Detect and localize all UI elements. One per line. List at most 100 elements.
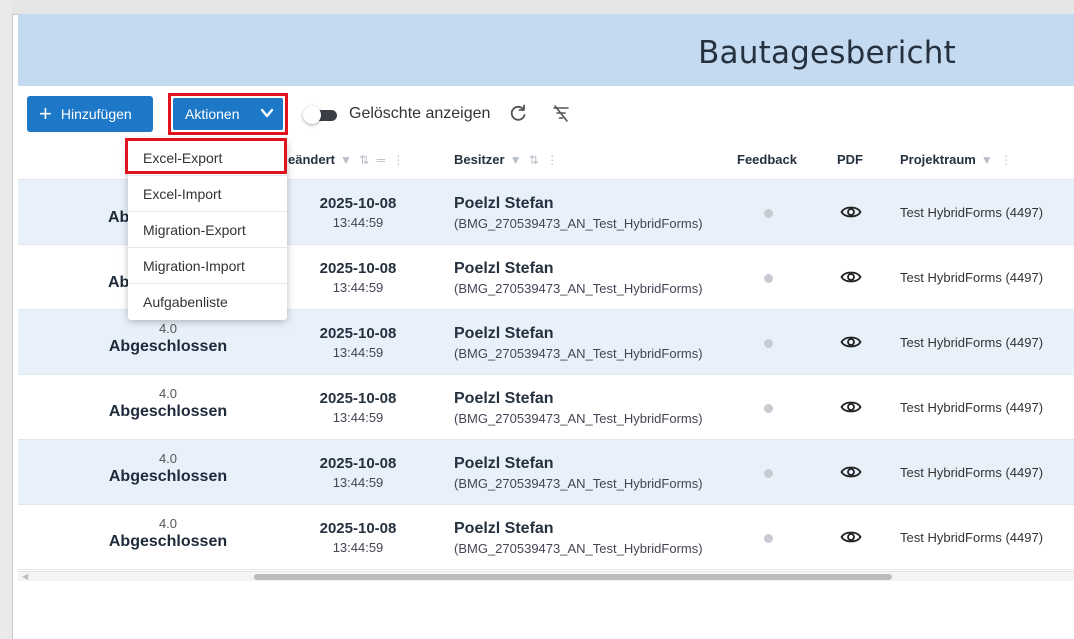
feedback-dot (764, 469, 773, 478)
time: 13:44:59 (332, 215, 384, 230)
horizontal-scrollbar[interactable]: ◀ (18, 571, 1074, 581)
feedback-dot (764, 534, 773, 543)
table-row[interactable]: 4.0 Abgeschlossen 2025-10-08 13:44:59 Po… (18, 440, 1074, 505)
owner-name: Poelzl Stefan (454, 520, 554, 537)
eye-icon[interactable] (840, 269, 862, 285)
time: 13:44:59 (332, 345, 384, 360)
column-header-changed[interactable]: eändert ▼ ⇅ ═ ⋮ (288, 152, 406, 167)
eye-icon[interactable] (840, 334, 862, 350)
feedback-dot (764, 274, 773, 283)
scrollbar-thumb[interactable] (254, 574, 892, 580)
column-header-pdf[interactable]: PDF (837, 152, 863, 167)
time: 13:44:59 (332, 280, 384, 295)
date-cell: 2025-10-08 13:44:59 (298, 390, 418, 425)
status-cell: 4.0 Abgeschlossen (78, 516, 258, 551)
eye-icon[interactable] (840, 204, 862, 220)
date-cell: 2025-10-08 13:44:59 (298, 195, 418, 230)
column-header-owner-label: Besitzer (454, 152, 505, 167)
owner-cell: Poelzl Stefan (BMG_270539473_AN_Test_Hyb… (454, 390, 703, 426)
feedback-dot (764, 209, 773, 218)
refresh-icon[interactable] (508, 103, 528, 123)
table-row[interactable]: 4.0 Abgeschlossen 2025-10-08 13:44:59 Po… (18, 375, 1074, 440)
owner-user: (BMG_270539473_AN_Test_HybridForms) (454, 281, 703, 296)
owner-cell: Poelzl Stefan (BMG_270539473_AN_Test_Hyb… (454, 325, 703, 361)
eye-icon[interactable] (840, 399, 862, 415)
owner-name: Poelzl Stefan (454, 390, 554, 407)
toolbar: + Hinzufügen Aktionen Gelöschte anzeigen (18, 86, 1074, 142)
column-controls[interactable]: ▼ ⋮ (981, 153, 1014, 167)
menu-item-excel-import[interactable]: Excel-Import (128, 176, 287, 212)
scroll-left-icon[interactable]: ◀ (22, 572, 28, 581)
project: Test HybridForms (4497) (900, 465, 1044, 480)
owner-user: (BMG_270539473_AN_Test_HybridForms) (454, 216, 703, 231)
owner-user: (BMG_270539473_AN_Test_HybridForms) (454, 411, 703, 426)
actions-button[interactable]: Aktionen (173, 98, 283, 130)
column-header-project[interactable]: Projektraum ▼ ⋮ (900, 152, 1014, 167)
time: 13:44:59 (332, 540, 384, 555)
menu-item-migration-import[interactable]: Migration-Import (128, 248, 287, 284)
version: 4.0 (158, 516, 178, 531)
actions-highlight: Aktionen (168, 93, 288, 135)
owner-name: Poelzl Stefan (454, 455, 554, 472)
date: 2025-10-08 (319, 260, 397, 277)
eye-icon[interactable] (840, 464, 862, 480)
date: 2025-10-08 (319, 325, 397, 342)
owner-name: Poelzl Stefan (454, 260, 554, 277)
eye-icon[interactable] (840, 529, 862, 545)
project: Test HybridForms (4497) (900, 205, 1044, 220)
menu-item-migration-export[interactable]: Migration-Export (128, 212, 287, 248)
column-header-owner[interactable]: Besitzer ▼ ⇅ ⋮ (454, 152, 560, 167)
filter-clear-icon[interactable] (550, 103, 572, 125)
table-row[interactable]: 4.0 Abgeschlossen 2025-10-08 13:44:59 Po… (18, 505, 1074, 570)
project: Test HybridForms (4497) (900, 335, 1044, 350)
owner-name: Poelzl Stefan (454, 325, 554, 342)
status: Abgeschlossen (108, 468, 228, 485)
show-deleted-toggle[interactable] (303, 106, 339, 124)
column-header-feedback[interactable]: Feedback (737, 152, 797, 167)
chevron-down-icon (260, 108, 274, 118)
page-title: Bautagesbericht (698, 35, 956, 71)
date-cell: 2025-10-08 13:44:59 (298, 455, 418, 490)
owner-user: (BMG_270539473_AN_Test_HybridForms) (454, 541, 703, 556)
date: 2025-10-08 (319, 390, 397, 407)
project: Test HybridForms (4497) (900, 400, 1044, 415)
window-frame-left (0, 0, 12, 639)
column-controls[interactable]: ▼ ⇅ ═ ⋮ (340, 153, 406, 167)
version: 4.0 (158, 321, 178, 336)
window-frame-top (0, 0, 1074, 14)
time: 13:44:59 (332, 410, 384, 425)
owner-cell: Poelzl Stefan (BMG_270539473_AN_Test_Hyb… (454, 195, 703, 231)
date-cell: 2025-10-08 13:44:59 (298, 260, 418, 295)
column-header-pdf-label: PDF (837, 152, 863, 167)
date: 2025-10-08 (319, 455, 397, 472)
status-cell: 4.0 Abgeschlossen (78, 321, 258, 356)
column-header-feedback-label: Feedback (737, 152, 797, 167)
feedback-dot (764, 404, 773, 413)
status: Abgeschlossen (108, 338, 228, 355)
project: Test HybridForms (4497) (900, 270, 1044, 285)
menu-item-task-list[interactable]: Aufgabenliste (128, 284, 287, 320)
date: 2025-10-08 (319, 520, 397, 537)
date-cell: 2025-10-08 13:44:59 (298, 325, 418, 360)
plus-icon: + (39, 101, 52, 126)
date: 2025-10-08 (319, 195, 397, 212)
show-deleted-label: Gelöschte anzeigen (349, 105, 491, 122)
owner-user: (BMG_270539473_AN_Test_HybridForms) (454, 346, 703, 361)
version: 4.0 (158, 451, 178, 466)
status-cell: 4.0 Abgeschlossen (78, 386, 258, 421)
status: Abgeschlossen (108, 533, 228, 550)
column-header-changed-label: eändert (288, 152, 335, 167)
status: Abgeschlossen (108, 403, 228, 420)
status-cell: 4.0 Abgeschlossen (78, 451, 258, 486)
project: Test HybridForms (4497) (900, 530, 1044, 545)
title-bar: Bautagesbericht (18, 14, 1074, 86)
owner-cell: Poelzl Stefan (BMG_270539473_AN_Test_Hyb… (454, 520, 703, 556)
date-cell: 2025-10-08 13:44:59 (298, 520, 418, 555)
owner-user: (BMG_270539473_AN_Test_HybridForms) (454, 476, 703, 491)
feedback-dot (764, 339, 773, 348)
column-controls[interactable]: ▼ ⇅ ⋮ (510, 153, 561, 167)
time: 13:44:59 (332, 475, 384, 490)
column-header-project-label: Projektraum (900, 152, 976, 167)
add-button[interactable]: + Hinzufügen (27, 96, 153, 132)
toggle-knob (303, 106, 321, 124)
